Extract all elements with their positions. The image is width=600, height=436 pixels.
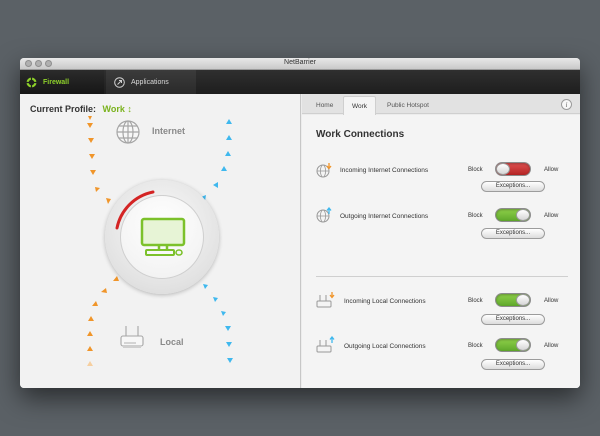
tab-home[interactable]: Home bbox=[316, 102, 333, 109]
block-label: Block bbox=[468, 298, 483, 304]
incoming-local-label: Incoming Local Connections bbox=[344, 298, 426, 305]
profile-settings-pane: Home Work Public Hotspot i Work Connecti… bbox=[302, 94, 580, 388]
incoming-local-exceptions-button[interactable]: Exceptions... bbox=[481, 314, 545, 325]
toggle-knob bbox=[516, 294, 530, 306]
outgoing-local-exceptions-button[interactable]: Exceptions... bbox=[481, 359, 545, 370]
outgoing-local-toggle[interactable] bbox=[495, 338, 531, 352]
section-divider bbox=[316, 276, 568, 277]
section-heading: Work Connections bbox=[316, 129, 405, 140]
incoming-local-toggle[interactable] bbox=[495, 293, 531, 307]
hub-center bbox=[120, 195, 204, 279]
tab-firewall[interactable]: Firewall bbox=[20, 70, 104, 94]
incoming-internet-toggle[interactable] bbox=[495, 162, 531, 176]
incoming-globe-icon bbox=[316, 163, 332, 178]
tab-firewall-label: Firewall bbox=[43, 78, 70, 86]
toolbar: Firewall Applications bbox=[20, 70, 580, 94]
firewall-icon bbox=[26, 77, 37, 88]
tab-public-hotspot[interactable]: Public Hotspot bbox=[387, 102, 429, 109]
allow-label: Allow bbox=[544, 167, 559, 173]
outgoing-internet-exceptions-button[interactable]: Exceptions... bbox=[481, 228, 545, 239]
block-label: Block bbox=[468, 343, 483, 349]
block-label: Block bbox=[468, 167, 483, 173]
toggle-knob bbox=[516, 209, 530, 221]
outgoing-local-label: Outgoing Local Connections bbox=[344, 343, 426, 350]
applications-icon bbox=[114, 76, 125, 88]
profile-tab-bar: Home Work Public Hotspot i bbox=[302, 94, 580, 115]
tab-applications[interactable]: Applications bbox=[106, 70, 196, 94]
local-router-icon bbox=[120, 326, 144, 348]
title-bar: NetBarrier bbox=[20, 58, 580, 70]
tab-work[interactable]: Work bbox=[343, 96, 377, 115]
internet-zone-label: Internet bbox=[152, 126, 186, 136]
firewall-overview-pane: Current Profile: Work ↕ Internet Local bbox=[20, 94, 301, 388]
toggle-knob bbox=[516, 339, 530, 351]
outgoing-internet-toggle[interactable] bbox=[495, 208, 531, 222]
computer-monitor-icon bbox=[140, 217, 186, 256]
window-title: NetBarrier bbox=[284, 59, 316, 66]
outgoing-internet-label: Outgoing Internet Connections bbox=[340, 213, 429, 220]
local-zone-label: Local bbox=[160, 337, 184, 347]
tab-applications-label: Applications bbox=[131, 78, 169, 86]
incoming-router-icon bbox=[316, 292, 335, 308]
firewall-hub bbox=[105, 180, 219, 294]
outgoing-router-icon bbox=[316, 336, 335, 353]
incoming-internet-label: Incoming Internet Connections bbox=[340, 167, 429, 174]
toggle-knob bbox=[496, 163, 510, 175]
allow-label: Allow bbox=[544, 343, 559, 349]
allow-label: Allow bbox=[544, 298, 559, 304]
incoming-internet-exceptions-button[interactable]: Exceptions... bbox=[481, 181, 545, 192]
block-label: Block bbox=[468, 213, 483, 219]
work-connections-panel: Work Connections Incoming Internet Conne… bbox=[302, 115, 580, 388]
info-button[interactable]: i bbox=[561, 99, 572, 110]
allow-label: Allow bbox=[544, 213, 559, 219]
netbarrier-window: NetBarrier Firewall Applications Current… bbox=[20, 58, 580, 388]
outgoing-globe-icon bbox=[316, 207, 332, 223]
internet-globe-icon bbox=[116, 120, 140, 144]
